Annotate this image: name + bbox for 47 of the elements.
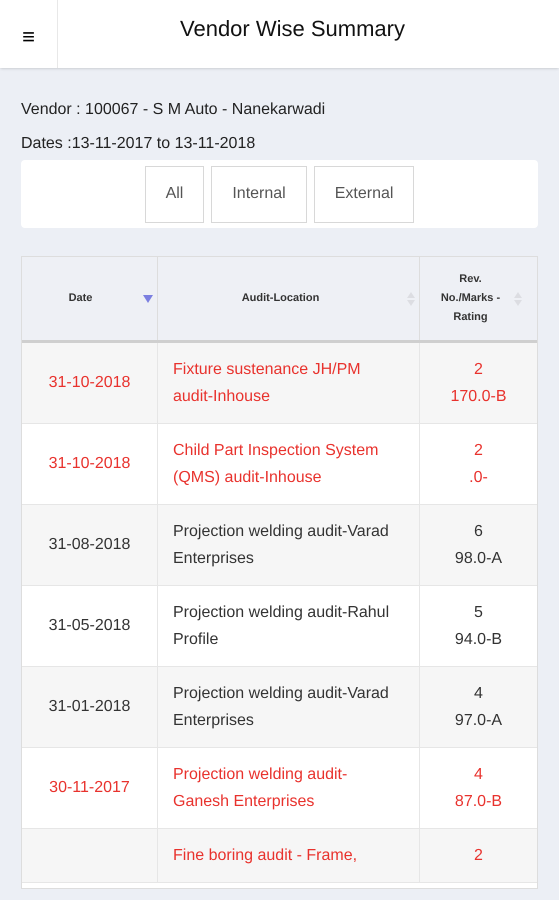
location-cell-text: Child Part Inspection System (QMS) audit-Inhouse <box>173 441 380 488</box>
table-row[interactable]: 31-08-2018 Projection welding audit-Varad Enterprises 6 98.0-A <box>22 505 537 586</box>
location-cell-text: Projection welding audit-Ganesh Enterprises <box>173 765 348 812</box>
location-cell-text: Fine boring audit - Frame, <box>173 846 358 866</box>
location-cell-text: Fixture sustenance JH/PM audit-Inhouse <box>173 360 362 407</box>
date-cell-text: 31-05-2018 <box>48 616 130 636</box>
column-label: Rev. No./Marks -Rating <box>440 272 502 325</box>
marks-rating: .0- <box>469 468 488 488</box>
revision-number: 4 <box>474 684 483 704</box>
date-cell-text: 31-08-2018 <box>48 535 130 555</box>
page-title: Vendor Wise Summary <box>179 15 406 43</box>
column-header[interactable]: Rev. No./Marks -Rating <box>419 257 537 340</box>
location-cell-text: Projection welding audit-Varad Enterprises <box>173 522 390 569</box>
column-label: Date <box>68 291 94 306</box>
location-cell-text: Projection welding audit-Varad Enterprises <box>173 684 390 731</box>
filter-button[interactable]: Internal <box>211 166 307 222</box>
marks-rating: 170.0-B <box>450 387 507 407</box>
table-row[interactable]: Fine boring audit - Frame, 2 <box>22 829 537 883</box>
filter-button[interactable]: All <box>144 166 204 222</box>
marks-rating: 98.0-A <box>454 549 502 569</box>
table-row[interactable]: 31-01-2018 Projection welding audit-Varad Enterprises 4 97.0-A <box>22 667 537 748</box>
column-label: Audit-Location <box>240 291 320 306</box>
table-row[interactable]: 30-11-2017 Projection welding audit-Ganesh Enterprises 4 87.0-B <box>22 748 537 829</box>
column-header[interactable]: Date <box>22 257 157 340</box>
location-cell-text: Projection welding audit-Rahul Profile <box>173 603 390 650</box>
table-row[interactable]: 31-05-2018 Projection welding audit-Rahul Profile 5 94.0-B <box>22 586 537 667</box>
vendor-info: Vendor : 100067 - S M Auto - Nanekarwadi <box>21 100 326 120</box>
column-header[interactable]: Audit-Location <box>157 257 419 340</box>
date-range: Dates :13-11-2017 to 13-11-2018 <box>21 134 256 154</box>
sort-descending-icon[interactable] <box>143 294 153 302</box>
marks-rating: 87.0-B <box>454 792 502 812</box>
revision-number: 5 <box>474 603 483 623</box>
date-cell-text: 30-11-2017 <box>49 778 130 798</box>
revision-number: 4 <box>474 765 483 785</box>
date-cell-text: 31-10-2018 <box>48 454 130 474</box>
marks-rating: 97.0-A <box>454 711 502 731</box>
table-row[interactable]: 31-10-2018 Child Part Inspection System (QMS) audit-Inhouse 2 .0- <box>22 424 537 505</box>
revision-number: 2 <box>474 846 483 866</box>
filter-button[interactable]: External <box>314 166 414 222</box>
menu-button[interactable]: ≡ <box>0 0 58 68</box>
revision-number: 2 <box>474 441 483 461</box>
date-cell-text: 31-10-2018 <box>48 373 130 393</box>
marks-rating: 94.0-B <box>454 630 502 650</box>
revision-number: 6 <box>474 522 483 542</box>
revision-number: 2 <box>474 360 483 380</box>
date-cell-text: 31-01-2018 <box>48 697 130 717</box>
table-row[interactable]: 31-10-2018 Fixture sustenance JH/PM audit-Inhouse 2 170.0-B <box>22 343 537 424</box>
